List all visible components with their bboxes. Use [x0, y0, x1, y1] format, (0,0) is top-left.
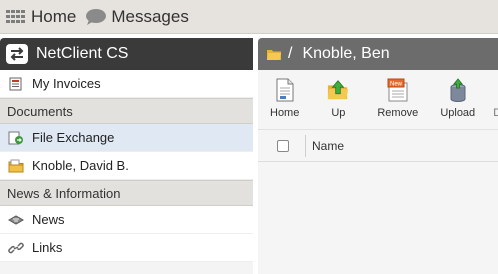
main-panel: / Knoble, Ben Home Up New Remove Upload …: [258, 38, 498, 274]
toolbar-label: D: [493, 107, 498, 119]
sidebar-header: NetClient CS: [0, 38, 253, 70]
top-nav-bar: Home Messages: [0, 0, 498, 34]
download-icon: [493, 78, 498, 102]
sidebar-item-label: File Exchange: [32, 130, 115, 145]
sidebar-item-label: Links: [32, 240, 63, 255]
sidebar-item-news[interactable]: News: [0, 206, 253, 234]
file-toolbar: Home Up New Remove Upload D: [258, 70, 498, 130]
section-documents: Documents: [0, 98, 253, 124]
breadcrumb-current: Knoble, Ben: [302, 45, 390, 62]
grid-icon[interactable]: [6, 9, 26, 24]
remove-button[interactable]: New Remove: [377, 78, 418, 119]
column-header-name[interactable]: Name: [312, 139, 344, 153]
toolbar-label: Home: [270, 107, 300, 119]
sidebar: NetClient CS My Invoices Documents File …: [0, 38, 253, 274]
sidebar-item-label: Knoble, David B.: [32, 158, 129, 173]
sidebar-item-knoble-david[interactable]: Knoble, David B.: [0, 152, 253, 180]
invoice-icon: [8, 76, 24, 92]
upload-icon: [447, 78, 469, 102]
sidebar-item-label: My Invoices: [32, 76, 101, 91]
up-button[interactable]: Up: [327, 78, 349, 119]
select-all-checkbox[interactable]: [277, 139, 289, 152]
link-icon: [8, 240, 24, 256]
remove-new-icon: New: [387, 78, 409, 102]
sidebar-item-my-invoices[interactable]: My Invoices: [0, 70, 253, 98]
section-news-information: News & Information: [0, 180, 253, 206]
document-home-icon: [274, 78, 296, 102]
download-button[interactable]: D: [493, 78, 498, 119]
toolbar-label: Upload: [440, 107, 476, 119]
nav-home-link[interactable]: Home: [31, 7, 76, 27]
table-header: Name: [258, 130, 498, 162]
breadcrumb: / Knoble, Ben: [258, 38, 498, 70]
sidebar-item-label: News: [32, 212, 65, 227]
column-divider: [305, 134, 306, 157]
upload-button[interactable]: Upload: [440, 78, 475, 119]
chat-bubble-icon[interactable]: [85, 8, 107, 26]
toolbar-label: Up: [331, 107, 346, 119]
news-icon: [8, 212, 24, 228]
sidebar-item-file-exchange[interactable]: File Exchange: [0, 124, 253, 152]
breadcrumb-separator: /: [288, 45, 293, 62]
folder-up-icon: [327, 78, 349, 102]
folder-icon: [8, 158, 24, 174]
home-button[interactable]: Home: [270, 78, 299, 119]
svg-text:New: New: [390, 82, 403, 88]
exchange-arrows-icon: [6, 44, 28, 64]
folder-icon: [266, 47, 282, 61]
nav-messages-link[interactable]: Messages: [111, 7, 188, 27]
file-exchange-icon: [8, 130, 24, 146]
toolbar-label: Remove: [377, 107, 419, 119]
sidebar-item-links[interactable]: Links: [0, 234, 253, 262]
app-title: NetClient CS: [36, 45, 129, 62]
